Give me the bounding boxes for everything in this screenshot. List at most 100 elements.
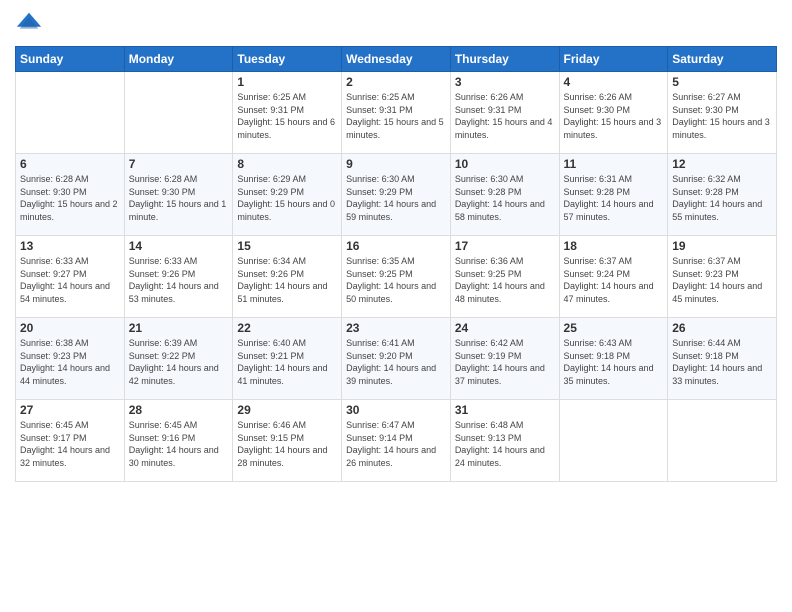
day-info: Sunrise: 6:38 AM Sunset: 9:23 PM Dayligh… bbox=[20, 337, 120, 387]
day-info: Sunrise: 6:31 AM Sunset: 9:28 PM Dayligh… bbox=[564, 173, 664, 223]
day-number: 22 bbox=[237, 321, 337, 335]
day-info: Sunrise: 6:36 AM Sunset: 9:25 PM Dayligh… bbox=[455, 255, 555, 305]
day-info: Sunrise: 6:33 AM Sunset: 9:27 PM Dayligh… bbox=[20, 255, 120, 305]
day-info: Sunrise: 6:27 AM Sunset: 9:30 PM Dayligh… bbox=[672, 91, 772, 141]
day-number: 10 bbox=[455, 157, 555, 171]
day-number: 6 bbox=[20, 157, 120, 171]
calendar-cell: 17 Sunrise: 6:36 AM Sunset: 9:25 PM Dayli… bbox=[450, 236, 559, 318]
day-info: Sunrise: 6:29 AM Sunset: 9:29 PM Dayligh… bbox=[237, 173, 337, 223]
day-number: 3 bbox=[455, 75, 555, 89]
calendar-cell bbox=[668, 400, 777, 482]
day-info: Sunrise: 6:33 AM Sunset: 9:26 PM Dayligh… bbox=[129, 255, 229, 305]
weekday-header-row: SundayMondayTuesdayWednesdayThursdayFrid… bbox=[16, 47, 777, 72]
calendar-cell: 2 Sunrise: 6:25 AM Sunset: 9:31 PM Daylig… bbox=[342, 72, 451, 154]
day-info: Sunrise: 6:44 AM Sunset: 9:18 PM Dayligh… bbox=[672, 337, 772, 387]
calendar-cell: 8 Sunrise: 6:29 AM Sunset: 9:29 PM Daylig… bbox=[233, 154, 342, 236]
day-number: 30 bbox=[346, 403, 446, 417]
calendar-cell: 26 Sunrise: 6:44 AM Sunset: 9:18 PM Dayli… bbox=[668, 318, 777, 400]
day-info: Sunrise: 6:26 AM Sunset: 9:30 PM Dayligh… bbox=[564, 91, 664, 141]
weekday-header-saturday: Saturday bbox=[668, 47, 777, 72]
day-number: 18 bbox=[564, 239, 664, 253]
calendar-cell: 6 Sunrise: 6:28 AM Sunset: 9:30 PM Daylig… bbox=[16, 154, 125, 236]
day-info: Sunrise: 6:30 AM Sunset: 9:28 PM Dayligh… bbox=[455, 173, 555, 223]
day-info: Sunrise: 6:28 AM Sunset: 9:30 PM Dayligh… bbox=[20, 173, 120, 223]
calendar-cell: 15Sunrise: 6:34 AM Sunset: 9:26 PM Dayli… bbox=[233, 236, 342, 318]
day-info: Sunrise: 6:30 AM Sunset: 9:29 PM Dayligh… bbox=[346, 173, 446, 223]
calendar-cell: 9 Sunrise: 6:30 AM Sunset: 9:29 PM Daylig… bbox=[342, 154, 451, 236]
calendar-cell: 14 Sunrise: 6:33 AM Sunset: 9:26 PM Dayli… bbox=[124, 236, 233, 318]
calendar-cell: 16 Sunrise: 6:35 AM Sunset: 9:25 PM Dayli… bbox=[342, 236, 451, 318]
calendar-week-1: 1 Sunrise: 6:25 AM Sunset: 9:31 PM Daylig… bbox=[16, 72, 777, 154]
logo bbox=[15, 10, 47, 38]
weekday-header-thursday: Thursday bbox=[450, 47, 559, 72]
calendar-cell: 30 Sunrise: 6:47 AM Sunset: 9:14 PM Dayli… bbox=[342, 400, 451, 482]
weekday-header-tuesday: Tuesday bbox=[233, 47, 342, 72]
calendar-cell: 28 Sunrise: 6:45 AM Sunset: 9:16 PM Dayli… bbox=[124, 400, 233, 482]
weekday-header-wednesday: Wednesday bbox=[342, 47, 451, 72]
calendar-cell bbox=[16, 72, 125, 154]
day-number: 29 bbox=[237, 403, 337, 417]
calendar-cell bbox=[559, 400, 668, 482]
day-info: Sunrise: 6:35 AM Sunset: 9:25 PM Dayligh… bbox=[346, 255, 446, 305]
calendar-cell: 24Sunrise: 6:42 AM Sunset: 9:19 PM Dayli… bbox=[450, 318, 559, 400]
day-number: 13 bbox=[20, 239, 120, 253]
day-info: Sunrise: 6:28 AM Sunset: 9:30 PM Dayligh… bbox=[129, 173, 229, 223]
day-number: 27 bbox=[20, 403, 120, 417]
day-info: Sunrise: 6:48 AM Sunset: 9:13 PM Dayligh… bbox=[455, 419, 555, 469]
calendar-cell: 5 Sunrise: 6:27 AM Sunset: 9:30 PM Daylig… bbox=[668, 72, 777, 154]
calendar-cell: 3 Sunrise: 6:26 AM Sunset: 9:31 PM Daylig… bbox=[450, 72, 559, 154]
day-number: 20 bbox=[20, 321, 120, 335]
calendar-cell: 19 Sunrise: 6:37 AM Sunset: 9:23 PM Dayli… bbox=[668, 236, 777, 318]
day-number: 8 bbox=[237, 157, 337, 171]
weekday-header-sunday: Sunday bbox=[16, 47, 125, 72]
day-number: 14 bbox=[129, 239, 229, 253]
calendar-week-4: 20 Sunrise: 6:38 AM Sunset: 9:23 PM Dayli… bbox=[16, 318, 777, 400]
day-number: 17 bbox=[455, 239, 555, 253]
day-number: 16 bbox=[346, 239, 446, 253]
day-info: Sunrise: 6:43 AM Sunset: 9:18 PM Dayligh… bbox=[564, 337, 664, 387]
calendar-cell: 31 Sunrise: 6:48 AM Sunset: 9:13 PM Dayli… bbox=[450, 400, 559, 482]
day-number: 2 bbox=[346, 75, 446, 89]
calendar-cell: 22 Sunrise: 6:40 AM Sunset: 9:21 PM Dayli… bbox=[233, 318, 342, 400]
day-info: Sunrise: 6:37 AM Sunset: 9:23 PM Dayligh… bbox=[672, 255, 772, 305]
calendar-cell: 12Sunrise: 6:32 AM Sunset: 9:28 PM Dayli… bbox=[668, 154, 777, 236]
day-number: 11 bbox=[564, 157, 664, 171]
day-info: Sunrise: 6:40 AM Sunset: 9:21 PM Dayligh… bbox=[237, 337, 337, 387]
day-number: 5 bbox=[672, 75, 772, 89]
day-number: 12 bbox=[672, 157, 772, 171]
calendar-cell: 23 Sunrise: 6:41 AM Sunset: 9:20 PM Dayli… bbox=[342, 318, 451, 400]
day-info: Sunrise: 6:46 AM Sunset: 9:15 PM Dayligh… bbox=[237, 419, 337, 469]
calendar-cell: 7Sunrise: 6:28 AM Sunset: 9:30 PM Daylig… bbox=[124, 154, 233, 236]
calendar-cell: 4Sunrise: 6:26 AM Sunset: 9:30 PM Daylig… bbox=[559, 72, 668, 154]
day-number: 28 bbox=[129, 403, 229, 417]
calendar-week-5: 27Sunrise: 6:45 AM Sunset: 9:17 PM Dayli… bbox=[16, 400, 777, 482]
day-number: 23 bbox=[346, 321, 446, 335]
day-info: Sunrise: 6:41 AM Sunset: 9:20 PM Dayligh… bbox=[346, 337, 446, 387]
day-info: Sunrise: 6:25 AM Sunset: 9:31 PM Dayligh… bbox=[346, 91, 446, 141]
day-number: 15 bbox=[237, 239, 337, 253]
day-number: 21 bbox=[129, 321, 229, 335]
day-number: 31 bbox=[455, 403, 555, 417]
day-info: Sunrise: 6:47 AM Sunset: 9:14 PM Dayligh… bbox=[346, 419, 446, 469]
day-info: Sunrise: 6:26 AM Sunset: 9:31 PM Dayligh… bbox=[455, 91, 555, 141]
day-info: Sunrise: 6:45 AM Sunset: 9:16 PM Dayligh… bbox=[129, 419, 229, 469]
calendar-cell: 21 Sunrise: 6:39 AM Sunset: 9:22 PM Dayli… bbox=[124, 318, 233, 400]
page: SundayMondayTuesdayWednesdayThursdayFrid… bbox=[0, 0, 792, 612]
calendar-cell: 11 Sunrise: 6:31 AM Sunset: 9:28 PM Dayli… bbox=[559, 154, 668, 236]
day-number: 24 bbox=[455, 321, 555, 335]
day-number: 26 bbox=[672, 321, 772, 335]
header bbox=[15, 10, 777, 38]
calendar-cell: 10 Sunrise: 6:30 AM Sunset: 9:28 PM Dayli… bbox=[450, 154, 559, 236]
calendar-cell: 29 Sunrise: 6:46 AM Sunset: 9:15 PM Dayli… bbox=[233, 400, 342, 482]
calendar-cell bbox=[124, 72, 233, 154]
calendar-table: SundayMondayTuesdayWednesdayThursdayFrid… bbox=[15, 46, 777, 482]
day-info: Sunrise: 6:39 AM Sunset: 9:22 PM Dayligh… bbox=[129, 337, 229, 387]
day-info: Sunrise: 6:25 AM Sunset: 9:31 PM Dayligh… bbox=[237, 91, 337, 141]
day-number: 9 bbox=[346, 157, 446, 171]
calendar-week-2: 6 Sunrise: 6:28 AM Sunset: 9:30 PM Daylig… bbox=[16, 154, 777, 236]
day-number: 19 bbox=[672, 239, 772, 253]
day-info: Sunrise: 6:37 AM Sunset: 9:24 PM Dayligh… bbox=[564, 255, 664, 305]
day-number: 1 bbox=[237, 75, 337, 89]
calendar-cell: 27Sunrise: 6:45 AM Sunset: 9:17 PM Dayli… bbox=[16, 400, 125, 482]
calendar-cell: 25Sunrise: 6:43 AM Sunset: 9:18 PM Dayli… bbox=[559, 318, 668, 400]
